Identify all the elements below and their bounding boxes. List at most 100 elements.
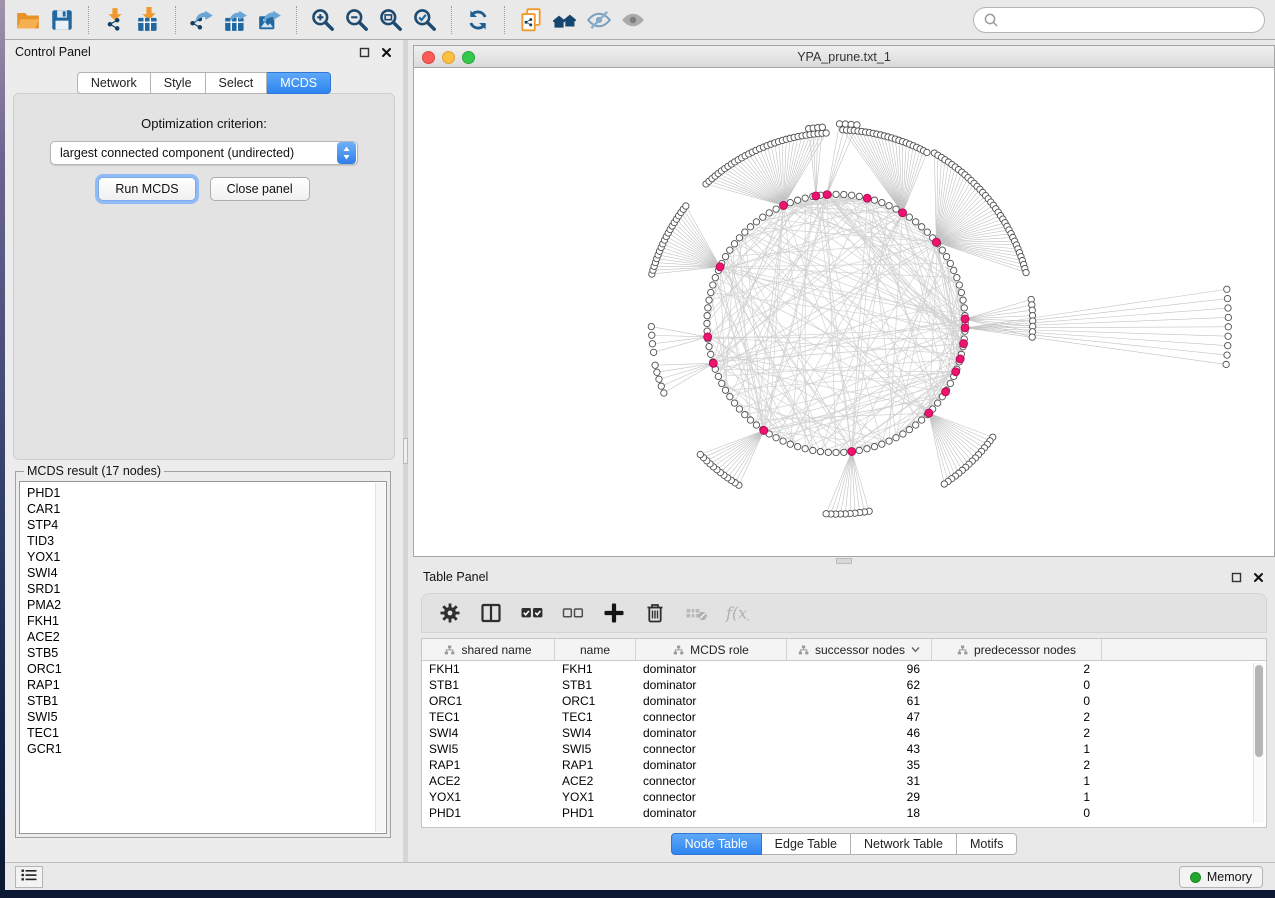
mcds-result-list[interactable]: PHD1CAR1STP4TID3YOX1SWI4SRD1PMA2FKH1ACE2… <box>19 481 387 834</box>
eye-slash-icon[interactable] <box>582 5 616 35</box>
task-history-button[interactable] <box>15 866 43 888</box>
scrollbar-thumb[interactable] <box>1255 665 1263 757</box>
add-icon[interactable] <box>602 601 626 625</box>
control-panel-title: Control Panel <box>15 45 349 59</box>
optimization-criterion-label: Optimization criterion: <box>14 116 394 131</box>
table-header-row: shared namenameMCDS rolesuccessor nodesp… <box>422 639 1266 661</box>
float-icon[interactable] <box>1229 570 1243 584</box>
column-header-shared-name[interactable]: shared name <box>422 639 555 660</box>
table-cell: 0 <box>932 693 1102 709</box>
copy-network-icon[interactable] <box>514 5 548 35</box>
export-network-icon[interactable] <box>185 5 219 35</box>
toolbar-separator <box>451 6 452 34</box>
table-cell: SWI4 <box>555 725 636 741</box>
mcds-list-item[interactable]: RAP1 <box>27 677 372 693</box>
mcds-list-item[interactable]: CAR1 <box>27 501 372 517</box>
network-window: YPA_prune.txt_1 <box>413 45 1275 557</box>
import-table-icon[interactable] <box>132 5 166 35</box>
open-folder-icon[interactable] <box>11 5 45 35</box>
tab-select[interactable]: Select <box>206 72 268 94</box>
float-icon[interactable] <box>357 45 371 59</box>
export-image-icon[interactable] <box>253 5 287 35</box>
mcds-list-item[interactable]: PMA2 <box>27 597 372 613</box>
column-header-successor-nodes[interactable]: successor nodes <box>787 639 932 660</box>
mcds-list-item[interactable]: ORC1 <box>27 661 372 677</box>
toolbar-separator <box>296 6 297 34</box>
save-icon[interactable] <box>45 5 79 35</box>
table-tab-motifs[interactable]: Motifs <box>957 833 1017 855</box>
table-row[interactable]: STB1STB1dominator620 <box>422 677 1266 693</box>
table-tab-network-table[interactable]: Network Table <box>851 833 957 855</box>
table-row[interactable]: RAP1RAP1dominator352 <box>422 757 1266 773</box>
mcds-list-item[interactable]: FKH1 <box>27 613 372 629</box>
zoom-in-icon[interactable] <box>306 5 340 35</box>
mcds-list-item[interactable]: STP4 <box>27 517 372 533</box>
refresh-icon[interactable] <box>461 5 495 35</box>
gear-icon[interactable] <box>438 601 462 625</box>
select-all-icon[interactable] <box>520 601 544 625</box>
close-traffic-light[interactable] <box>422 51 435 64</box>
mcds-list-item[interactable]: SRD1 <box>27 581 372 597</box>
close-icon[interactable] <box>379 45 393 59</box>
table-cell: 2 <box>932 757 1102 773</box>
table-cell: YOX1 <box>555 789 636 805</box>
close-panel-button[interactable]: Close panel <box>210 177 310 201</box>
mcds-list-item[interactable]: STB1 <box>27 693 372 709</box>
homes-icon[interactable] <box>548 5 582 35</box>
right-area: YPA_prune.txt_1 Table Panel f(x) shared … <box>408 40 1275 862</box>
mcds-result-title: MCDS result (17 nodes) <box>24 464 164 478</box>
shared-column-icon <box>673 645 684 655</box>
memory-button[interactable]: Memory <box>1179 866 1263 888</box>
table-row[interactable]: TEC1TEC1connector472 <box>422 709 1266 725</box>
splitter-handle[interactable] <box>836 558 852 564</box>
table-row[interactable]: FKH1FKH1dominator962 <box>422 661 1266 677</box>
mcds-list-item[interactable]: ACE2 <box>27 629 372 645</box>
optimization-criterion-select[interactable]: largest connected component (undirected) <box>50 141 358 165</box>
table-row[interactable]: ACE2ACE2connector311 <box>422 773 1266 789</box>
zoom-fit-icon[interactable] <box>374 5 408 35</box>
table-row[interactable]: ORC1ORC1dominator610 <box>422 693 1266 709</box>
zoom-out-icon[interactable] <box>340 5 374 35</box>
table-row[interactable]: SWI5SWI5connector431 <box>422 741 1266 757</box>
mcds-list-scrollbar[interactable] <box>375 483 385 832</box>
eye-icon[interactable] <box>616 5 650 35</box>
horizontal-splitter[interactable] <box>413 557 1275 565</box>
tab-mcds[interactable]: MCDS <box>267 72 331 94</box>
network-window-titlebar: YPA_prune.txt_1 <box>413 45 1275 68</box>
columns-icon[interactable] <box>479 601 503 625</box>
maximize-traffic-light[interactable] <box>462 51 475 64</box>
table-row[interactable]: YOX1YOX1connector291 <box>422 789 1266 805</box>
mcds-list-item[interactable]: SWI4 <box>27 565 372 581</box>
table-tab-node-table[interactable]: Node Table <box>671 833 762 855</box>
minimize-traffic-light[interactable] <box>442 51 455 64</box>
trash-icon[interactable] <box>643 601 667 625</box>
export-table-icon[interactable] <box>219 5 253 35</box>
network-graph[interactable] <box>414 68 1274 556</box>
table-row[interactable]: SWI4SWI4dominator462 <box>422 725 1266 741</box>
mcds-list-item[interactable]: PHD1 <box>27 485 372 501</box>
mcds-list-item[interactable]: TID3 <box>27 533 372 549</box>
mcds-list-item[interactable]: TEC1 <box>27 725 372 741</box>
column-header-name[interactable]: name <box>555 639 636 660</box>
close-icon[interactable] <box>1251 570 1265 584</box>
memory-status-icon <box>1190 872 1201 883</box>
mcds-list-item[interactable]: STB5 <box>27 645 372 661</box>
deselect-all-icon[interactable] <box>561 601 585 625</box>
column-header-MCDS-role[interactable]: MCDS role <box>636 639 787 660</box>
column-header-predecessor-nodes[interactable]: predecessor nodes <box>932 639 1102 660</box>
table-scrollbar[interactable] <box>1253 663 1264 823</box>
table-row[interactable]: PHD1PHD1dominator180 <box>422 805 1266 821</box>
table-panel: Table Panel f(x) shared namenameMCDS rol… <box>413 565 1275 862</box>
search-input[interactable] <box>1000 10 1264 30</box>
run-mcds-button[interactable]: Run MCDS <box>98 177 195 201</box>
tab-network[interactable]: Network <box>77 72 151 94</box>
table-tab-edge-table[interactable]: Edge Table <box>762 833 851 855</box>
mcds-list-item[interactable]: SWI5 <box>27 709 372 725</box>
mcds-list-item[interactable]: GCR1 <box>27 741 372 757</box>
network-canvas[interactable] <box>413 68 1275 557</box>
search-box[interactable] <box>973 7 1265 33</box>
zoom-selected-icon[interactable] <box>408 5 442 35</box>
tab-style[interactable]: Style <box>151 72 206 94</box>
mcds-list-item[interactable]: YOX1 <box>27 549 372 565</box>
import-network-icon[interactable] <box>98 5 132 35</box>
